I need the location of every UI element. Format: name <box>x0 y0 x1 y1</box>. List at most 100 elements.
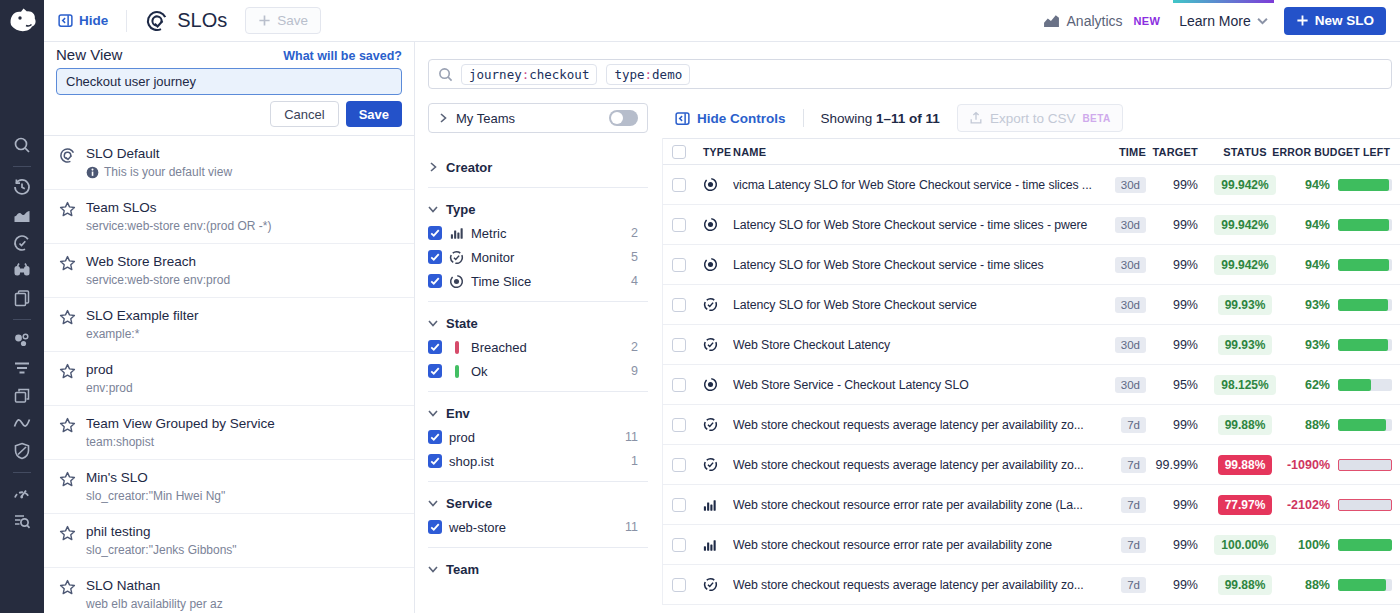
notebooks-icon[interactable] <box>13 289 31 307</box>
checkbox-checked[interactable] <box>428 340 442 354</box>
slo-row[interactable]: Latency SLO for Web Store Checkout servi… <box>663 285 1400 325</box>
my-teams-toggle[interactable] <box>609 110 638 126</box>
search-icon[interactable] <box>13 136 31 154</box>
star-icon[interactable] <box>59 525 76 542</box>
facet-item-breached[interactable]: Breached2 <box>428 335 648 359</box>
checkbox-checked[interactable] <box>428 226 442 240</box>
slo-name[interactable]: Latency SLO for Web Store Checkout servi… <box>733 298 1102 312</box>
facet-section-team[interactable]: Team <box>428 557 648 581</box>
saved-view-item[interactable]: SLO Nathanweb elb availability per az <box>44 568 414 613</box>
saved-view-item[interactable]: SLO Example filterexample:* <box>44 298 414 352</box>
checkbox-checked[interactable] <box>428 430 442 444</box>
checkbox-checked[interactable] <box>428 520 442 534</box>
slo-name[interactable]: Latency SLO for Web Store Checkout servi… <box>733 218 1102 232</box>
saved-view-item[interactable]: Web Store Breachservice:web-store env:pr… <box>44 244 414 298</box>
hide-controls-button[interactable]: Hide Controls <box>675 111 786 126</box>
row-checkbox[interactable] <box>672 578 686 592</box>
slo-row[interactable]: Web store checkout requests average late… <box>663 565 1400 605</box>
save-view-button-disabled[interactable]: Save <box>245 7 321 34</box>
cancel-button[interactable]: Cancel <box>270 101 338 127</box>
slo-row[interactable]: Latency SLO for Web Store Checkout servi… <box>663 205 1400 245</box>
star-icon[interactable] <box>59 363 76 380</box>
facet-section-creator[interactable]: Creator <box>428 155 648 179</box>
watchdog-icon[interactable] <box>13 261 31 279</box>
search-input[interactable]: journey:checkout type:demo <box>428 59 1392 89</box>
facet-section-type[interactable]: Type <box>428 197 648 221</box>
checkbox-checked[interactable] <box>428 274 442 288</box>
saved-view-item[interactable]: phil testingslo_creator:"Jenks Gibbons" <box>44 514 414 568</box>
slo-icon[interactable] <box>13 234 31 252</box>
facet-item-shop-ist[interactable]: shop.ist1 <box>428 449 648 473</box>
facet-item-metric[interactable]: Metric2 <box>428 221 648 245</box>
query-token[interactable]: type:demo <box>606 64 690 85</box>
facet-section-service[interactable]: Service <box>428 491 648 515</box>
row-checkbox[interactable] <box>672 458 686 472</box>
view-name-input[interactable]: Checkout user journey <box>56 68 402 95</box>
history-icon[interactable] <box>13 178 31 196</box>
facet-section-state[interactable]: State <box>428 311 648 335</box>
learn-more-button[interactable]: Learn More <box>1173 0 1274 41</box>
slo-row[interactable]: Web store checkout requests average late… <box>663 405 1400 445</box>
org-icon[interactable] <box>13 331 31 349</box>
new-slo-button[interactable]: New SLO <box>1284 7 1386 35</box>
star-icon[interactable] <box>59 309 76 326</box>
metrics-icon[interactable] <box>13 206 31 224</box>
datadog-logo-icon[interactable] <box>6 5 38 37</box>
slo-name[interactable]: Web store checkout resource error rate p… <box>733 498 1102 512</box>
logs-icon[interactable] <box>13 359 31 377</box>
slo-row[interactable]: Latency SLO for Web Store Checkout servi… <box>663 245 1400 285</box>
apm-icon[interactable] <box>13 414 31 432</box>
star-icon[interactable] <box>59 471 76 488</box>
facet-item-web-store[interactable]: web-store11 <box>428 515 648 539</box>
saved-view-item[interactable]: SLO DefaultThis is your default view <box>44 136 414 190</box>
monitors-icon[interactable] <box>13 484 31 502</box>
star-icon[interactable] <box>59 255 76 272</box>
row-checkbox[interactable] <box>672 378 686 392</box>
facet-section-env[interactable]: Env <box>428 401 648 425</box>
facet-item-ok[interactable]: Ok9 <box>428 359 648 383</box>
row-checkbox[interactable] <box>672 178 686 192</box>
slo-row[interactable]: vicma Latency SLO for Web Store Checkout… <box>663 165 1400 205</box>
hide-views-button[interactable]: Hide <box>58 13 108 28</box>
row-checkbox[interactable] <box>672 538 686 552</box>
slo-name[interactable]: vicma Latency SLO for Web Store Checkout… <box>733 178 1102 192</box>
query-token[interactable]: journey:checkout <box>461 64 597 85</box>
save-button[interactable]: Save <box>346 101 402 127</box>
slo-row[interactable]: Web Store Checkout Latency30d99%99.93%93… <box>663 325 1400 365</box>
dashboards-icon[interactable] <box>13 387 31 405</box>
checkbox-checked[interactable] <box>428 454 442 468</box>
slo-name[interactable]: Web store checkout requests average late… <box>733 578 1102 592</box>
slo-name[interactable]: Web Store Checkout Latency <box>733 338 1102 352</box>
slo-name[interactable]: Web store checkout resource error rate p… <box>733 538 1102 552</box>
slo-name[interactable]: Web Store Service - Checkout Latency SLO <box>733 378 1102 392</box>
what-will-be-saved-link[interactable]: What will be saved? <box>283 49 402 63</box>
row-checkbox[interactable] <box>672 338 686 352</box>
facet-item-monitor[interactable]: Monitor5 <box>428 245 648 269</box>
facet-item-time-slice[interactable]: Time Slice4 <box>428 269 648 293</box>
star-icon[interactable] <box>59 417 76 434</box>
slo-row[interactable]: Web Store Service - Checkout Latency SLO… <box>663 365 1400 405</box>
facet-item-prod[interactable]: prod11 <box>428 425 648 449</box>
slo-row[interactable]: Web store checkout requests average late… <box>663 445 1400 485</box>
slo-row[interactable]: Web store checkout resource error rate p… <box>663 525 1400 565</box>
saved-view-item[interactable]: Team SLOsservice:web-store env:(prod OR … <box>44 190 414 244</box>
slo-row[interactable]: Web store checkout resource error rate p… <box>663 485 1400 525</box>
security-icon[interactable] <box>13 442 31 460</box>
row-checkbox[interactable] <box>672 498 686 512</box>
star-icon[interactable] <box>59 579 76 596</box>
star-icon[interactable] <box>59 201 76 218</box>
saved-view-item[interactable]: Team View Grouped by Serviceteam:shopist <box>44 406 414 460</box>
row-checkbox[interactable] <box>672 298 686 312</box>
slo-name[interactable]: Latency SLO for Web Store Checkout servi… <box>733 258 1102 272</box>
checkbox-checked[interactable] <box>428 364 442 378</box>
row-checkbox[interactable] <box>672 218 686 232</box>
my-teams-facet[interactable]: My Teams <box>428 103 648 133</box>
saved-view-item[interactable]: prodenv:prod <box>44 352 414 406</box>
logsearch-icon[interactable] <box>13 512 31 530</box>
saved-view-item[interactable]: Min's SLOslo_creator:"Min Hwei Ng" <box>44 460 414 514</box>
slo-name[interactable]: Web store checkout requests average late… <box>733 458 1102 472</box>
export-csv-button[interactable]: Export to CSV BETA <box>957 104 1123 132</box>
row-checkbox[interactable] <box>672 418 686 432</box>
select-all-checkbox[interactable] <box>672 145 686 159</box>
slo-view-icon[interactable] <box>59 147 76 164</box>
